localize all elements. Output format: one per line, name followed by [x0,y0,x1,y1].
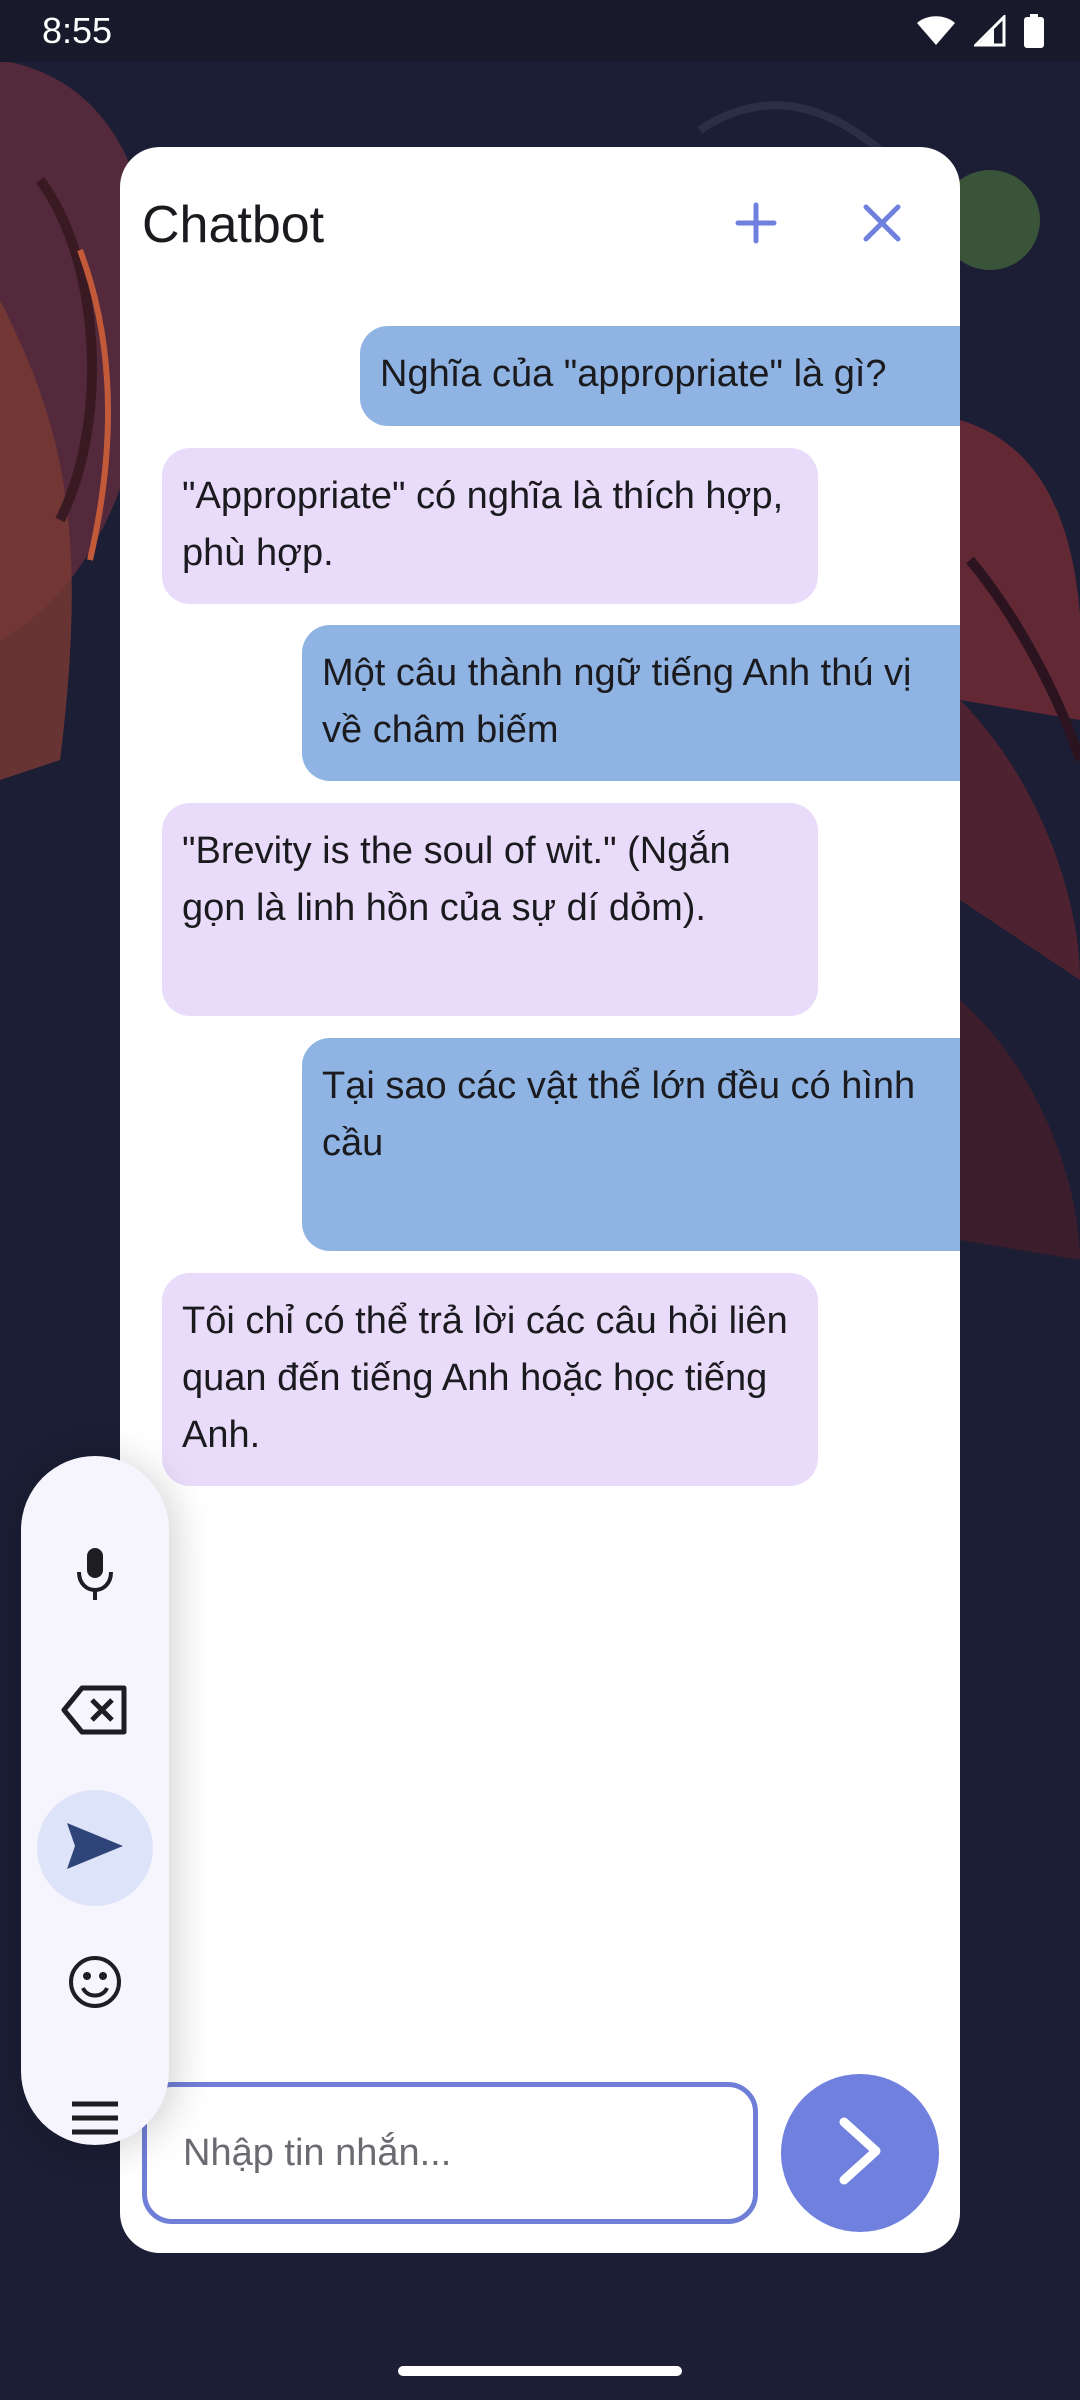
status-bar: 8:55 [0,0,1080,62]
menu-icon [70,2098,120,2143]
message-input[interactable]: Nhập tin nhắn... [142,2082,758,2224]
chatbot-dialog: Chatbot Nghĩa của "appropriate" là gì? "… [120,147,960,2253]
add-icon [734,201,778,250]
bot-message: "Brevity is the soul of wit." (Ngắn gọn … [162,803,818,1016]
send-icon [65,1821,125,1876]
chevron-right-icon [830,2116,890,2191]
user-message: Nghĩa của "appropriate" là gì? [360,326,960,426]
close-icon [862,203,902,248]
floating-toolbar [21,1456,169,2145]
signal-icon [972,13,1006,52]
emoji-icon [67,1954,123,2015]
new-chat-button[interactable] [720,189,792,261]
send-button[interactable] [781,2074,939,2232]
status-time: 8:55 [42,10,113,51]
backspace-button[interactable] [37,1654,153,1770]
emoji-button[interactable] [37,1926,153,2042]
send-shortcut-button[interactable] [37,1790,153,1906]
bot-message: "Appropriate" có nghĩa là thích hợp, phù… [162,448,818,604]
battery-icon [1024,14,1044,53]
menu-button[interactable] [37,2062,153,2178]
home-indicator[interactable] [398,2366,682,2376]
microphone-icon [71,1544,119,1609]
user-message: Một câu thành ngữ tiếng Anh thú vị về ch… [302,625,960,781]
bot-message: Tôi chỉ có thể trả lời các câu hỏi liên … [162,1273,818,1486]
voice-input-button[interactable] [37,1518,153,1634]
chat-title: Chatbot [142,196,325,254]
user-message: Tại sao các vật thể lớn đều có hình cầu [302,1038,960,1251]
status-icons [916,13,1044,53]
close-button[interactable] [846,189,918,261]
wifi-icon [916,15,956,52]
backspace-icon [60,1684,130,1741]
